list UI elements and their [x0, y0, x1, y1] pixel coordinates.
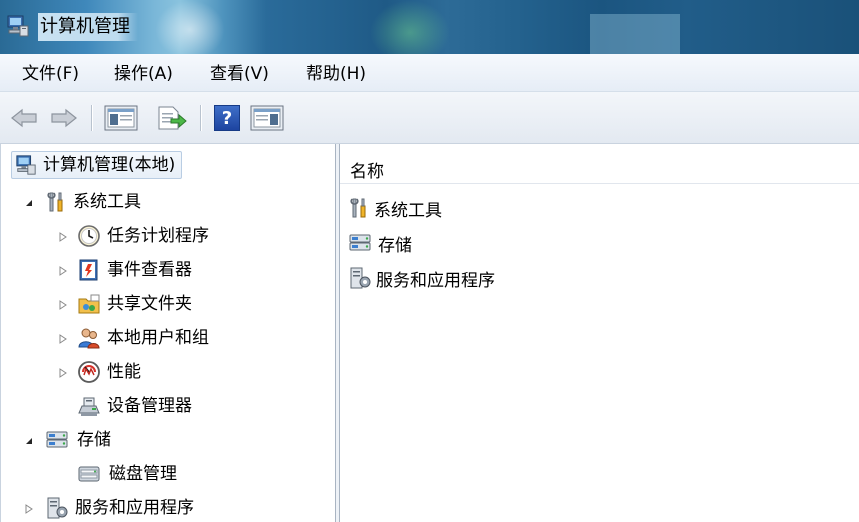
list-item-label: 系统工具: [374, 200, 442, 221]
console-tree[interactable]: 计算机管理(本地) 系统工具 任务计划程序 事件查看器 共享文件夹 本地用户和组…: [0, 144, 336, 522]
tree-item-shared-folders[interactable]: 共享文件夹: [77, 290, 192, 318]
collapsed-triangle-icon[interactable]: [57, 265, 69, 277]
tree-item-label: 设备管理器: [107, 396, 192, 416]
event-viewer-icon: [77, 258, 101, 282]
tree-item-disk-management[interactable]: 磁盘管理: [77, 460, 177, 488]
collapsed-triangle-icon[interactable]: [23, 503, 35, 515]
show-hide-action-pane-button[interactable]: [247, 104, 287, 132]
expanded-triangle-icon[interactable]: [23, 435, 35, 447]
services-icon: [45, 496, 69, 520]
tree-item-performance[interactable]: 性能: [77, 358, 141, 386]
tree-item-label: 任务计划程序: [107, 226, 209, 246]
shared-folder-icon: [77, 292, 101, 316]
toolbar: ?: [0, 92, 859, 144]
collapsed-triangle-icon[interactable]: [57, 367, 69, 379]
list-item-label: 存储: [378, 235, 412, 256]
tree-item-event-viewer[interactable]: 事件查看器: [77, 256, 192, 284]
storage-icon: [348, 231, 374, 255]
tree-item-label: 系统工具: [73, 192, 141, 212]
system-tools-icon: [45, 191, 67, 213]
help-icon: ?: [214, 105, 240, 131]
performance-gauge-icon: [77, 360, 101, 384]
computer-management-icon: [15, 154, 37, 176]
menu-bar: 文件(F) 操作(A) 查看(V) 帮助(H): [0, 54, 859, 92]
show-hide-console-tree-icon: [104, 105, 138, 131]
back-button[interactable]: [8, 104, 40, 132]
tree-item-storage[interactable]: 存储: [45, 426, 111, 454]
tree-item-label: 事件查看器: [107, 260, 192, 280]
list-item[interactable]: 存储: [348, 229, 412, 257]
list-item[interactable]: 服务和应用程序: [348, 264, 495, 292]
storage-icon: [45, 428, 71, 452]
collapsed-triangle-icon[interactable]: [57, 299, 69, 311]
toolbar-separator: [91, 105, 93, 131]
export-list-button[interactable]: [151, 104, 191, 132]
users-icon: [77, 326, 101, 350]
background-glow: [370, 0, 450, 54]
tree-item-label: 本地用户和组: [107, 328, 209, 348]
export-list-icon: [155, 105, 187, 131]
menu-file[interactable]: 文件(F): [22, 63, 79, 85]
disk-management-icon: [77, 462, 103, 486]
background-glow: [590, 14, 680, 54]
tree-item-system-tools[interactable]: 系统工具: [45, 188, 141, 216]
tree-item-label: 共享文件夹: [107, 294, 192, 314]
menu-view[interactable]: 查看(V): [210, 63, 269, 85]
tree-item-task-scheduler[interactable]: 任务计划程序: [77, 222, 209, 250]
tree-item-label: 性能: [107, 362, 141, 382]
help-button[interactable]: ?: [211, 104, 243, 132]
tree-item-local-users-groups[interactable]: 本地用户和组: [77, 324, 209, 352]
list-item[interactable]: 系统工具: [348, 194, 442, 222]
background-glow: [155, 0, 225, 54]
expanded-triangle-icon[interactable]: [23, 197, 35, 209]
tree-root[interactable]: 计算机管理(本地): [11, 151, 183, 179]
column-header-name[interactable]: 名称: [350, 157, 384, 182]
computer-management-icon: [6, 14, 30, 38]
show-hide-console-tree-button[interactable]: [101, 104, 141, 132]
result-list[interactable]: 名称 系统工具 存储 服务和应用程序: [340, 144, 859, 522]
collapsed-triangle-icon[interactable]: [57, 333, 69, 345]
tree-item-label: 磁盘管理: [109, 464, 177, 484]
tree-root-label: 计算机管理(本地): [43, 155, 176, 175]
tree-item-label: 存储: [77, 430, 111, 450]
show-hide-action-pane-icon: [250, 105, 284, 131]
tree-item-services-applications[interactable]: 服务和应用程序: [45, 494, 194, 522]
back-arrow-icon: [10, 107, 38, 129]
tree-item-label: 服务和应用程序: [75, 498, 194, 518]
menu-action[interactable]: 操作(A): [114, 63, 173, 85]
services-icon: [348, 266, 372, 290]
system-tools-icon: [348, 197, 370, 219]
forward-arrow-icon: [50, 107, 78, 129]
title-bar[interactable]: 计算机管理: [0, 0, 859, 54]
list-header: 名称: [340, 152, 859, 184]
device-manager-icon: [77, 394, 101, 418]
forward-button[interactable]: [48, 104, 80, 132]
window-title: 计算机管理: [38, 13, 138, 41]
menu-help[interactable]: 帮助(H): [306, 63, 366, 85]
clock-icon: [77, 224, 101, 248]
tree-item-device-manager[interactable]: 设备管理器: [77, 392, 192, 420]
toolbar-separator: [200, 105, 202, 131]
collapsed-triangle-icon[interactable]: [57, 231, 69, 243]
list-item-label: 服务和应用程序: [376, 270, 495, 291]
